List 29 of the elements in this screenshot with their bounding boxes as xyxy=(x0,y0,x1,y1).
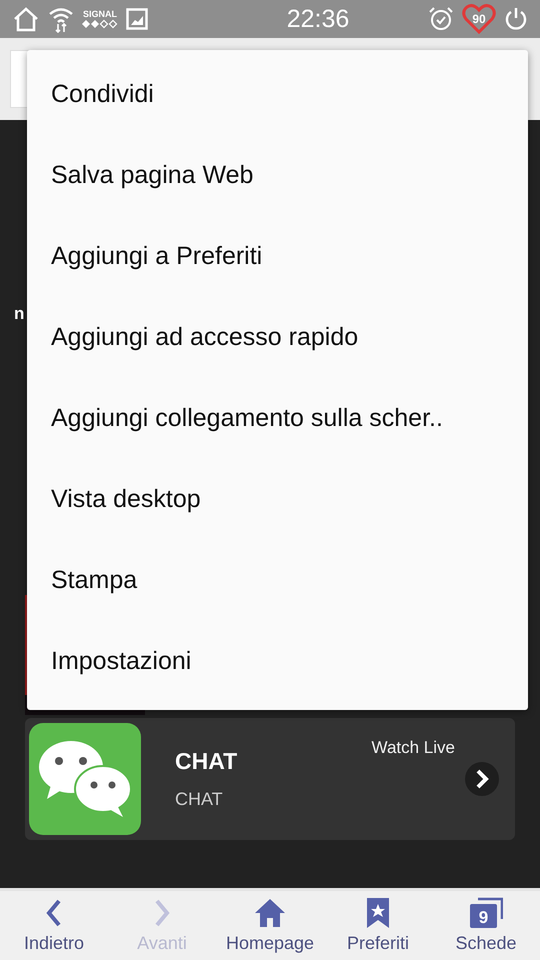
nav-button[interactable]: Preferiti xyxy=(324,891,432,960)
nav-button[interactable]: 9 Schede xyxy=(432,891,540,960)
chevron-icon xyxy=(474,769,490,789)
menu-item[interactable]: Impostazioni xyxy=(27,621,528,702)
page-heading: n xyxy=(14,304,24,324)
menu-item[interactable]: Aggiungi collegamento sulla scher.. xyxy=(27,378,528,459)
clock-time: 22:36 xyxy=(286,4,350,34)
menu-item[interactable]: Aggiungi ad accesso rapido xyxy=(27,297,528,378)
home-icon xyxy=(12,6,40,32)
menu-item[interactable]: Condividi xyxy=(27,54,528,135)
card-subtitle: CHAT xyxy=(175,789,224,810)
menu-item[interactable]: Salva pagina Web xyxy=(27,135,528,216)
watch-live-link[interactable]: Watch Live xyxy=(372,738,455,758)
home-icon xyxy=(253,897,287,929)
signal-label: SIGNAL xyxy=(82,10,117,18)
menu-item[interactable]: Stampa xyxy=(27,540,528,621)
nav-button[interactable]: Homepage xyxy=(216,891,324,960)
chat-bubbles-icon xyxy=(29,723,141,835)
menu-item[interactable]: Aggiungi a Preferiti xyxy=(27,216,528,297)
power-icon xyxy=(504,6,528,32)
nav-button[interactable]: Indietro xyxy=(0,891,108,960)
signal-strength-icon xyxy=(82,18,118,28)
card-title: CHAT xyxy=(175,748,238,775)
alarm-clock-icon xyxy=(428,6,454,32)
chat-card[interactable]: CHAT CHAT Watch Live xyxy=(25,718,515,840)
next-button[interactable] xyxy=(465,762,499,796)
menu-item[interactable]: Vista desktop xyxy=(27,459,528,540)
image-icon xyxy=(126,8,148,30)
battery-level-text: 90 xyxy=(472,12,486,26)
